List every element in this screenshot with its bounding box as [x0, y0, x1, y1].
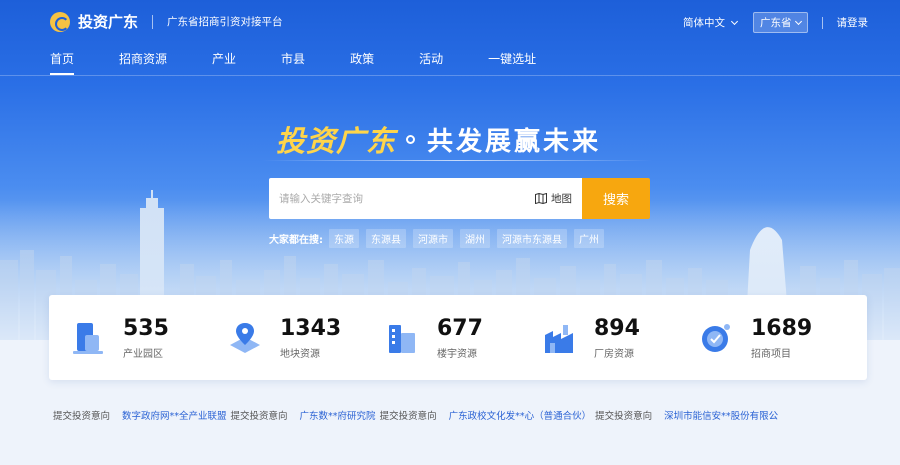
intent-ticker: 提交投资意向 数字政府网**全产业联盟 提交投资意向 广东数**府研究院 提交投资意… [49, 403, 867, 427]
stat-label: 招商项目 [751, 348, 791, 360]
building-resource-icon [389, 324, 415, 353]
stat-value: 1689 [751, 315, 813, 341]
stat-value: 535 [123, 315, 169, 341]
chevron-down-icon [794, 17, 802, 25]
site-slogan: 广东省招商引资对接平台 [167, 16, 283, 28]
industrial-park-icon [73, 322, 103, 354]
language-label: 简体中文 [683, 17, 725, 29]
search-button[interactable]: 搜索 [582, 178, 650, 219]
ticker-item[interactable]: 深圳市能信安**股份有限公 [664, 408, 782, 422]
map-label: 地图 [551, 193, 572, 205]
stat-industrial-parks[interactable]: 535 产业园区 [49, 295, 206, 380]
ticker-action: 提交投资意向 [53, 411, 111, 422]
region-label: 广东省 [760, 17, 792, 29]
nav-item-cities[interactable]: 市县 [281, 50, 305, 75]
stat-label: 楼宇资源 [437, 348, 477, 360]
logo-text: 投资广东 [78, 13, 139, 31]
search-bar: 地图 搜索 [269, 178, 650, 219]
stat-investment-projects[interactable]: 1689 招商项目 [677, 295, 834, 380]
search-input[interactable] [279, 192, 535, 205]
ticker-company: 数字政府网**全产业联盟 [122, 411, 227, 422]
hot-tag[interactable]: 湖州 [460, 229, 490, 248]
main-nav: 首页 招商资源 产业 市县 政策 活动 一键选址 [50, 50, 581, 75]
factory-resource-icon [545, 324, 573, 353]
ticker-action: 提交投资意向 [595, 411, 653, 422]
headline-sub: 共发展赢未来 [427, 126, 602, 157]
stat-label: 地块资源 [280, 348, 320, 360]
stat-value: 1343 [280, 315, 342, 341]
stat-label: 产业园区 [123, 348, 163, 360]
stat-value: 677 [437, 315, 483, 341]
ticker-action: 提交投资意向 [379, 411, 437, 422]
tools-divider [821, 16, 823, 29]
stats-panel: 535 产业园区 1343 地块资源 677 楼宇资源 894 厂房资源 168… [49, 295, 867, 380]
headline-underline [262, 160, 652, 161]
ticker-item[interactable]: 广东数**府研究院 提交投资意向 [300, 408, 437, 422]
nav-item-resources[interactable]: 招商资源 [119, 50, 167, 75]
nav-item-industry[interactable]: 产业 [212, 50, 236, 75]
hot-tag[interactable]: 东源县 [366, 229, 406, 248]
logo-icon [50, 11, 70, 32]
hot-tag[interactable]: 东源 [329, 229, 359, 248]
nav-item-events[interactable]: 活动 [419, 50, 443, 75]
ticker-item[interactable]: 提交投资意向 [49, 408, 110, 422]
nav-item-home[interactable]: 首页 [50, 50, 75, 75]
headline-dot-icon [406, 134, 416, 144]
ticker-item[interactable]: 广东政校文化发**心（普通合伙） 提交投资意向 [449, 408, 653, 422]
site-logo[interactable]: 投资广东 广东省招商引资对接平台 [50, 11, 283, 32]
header-tools: 简体中文 广东省 请登录 [683, 12, 868, 33]
stat-value: 894 [594, 315, 640, 341]
login-link[interactable]: 请登录 [837, 15, 869, 30]
investment-project-icon [702, 323, 730, 352]
stat-factory-resources[interactable]: 894 厂房资源 [520, 295, 677, 380]
hot-searches-label: 大家都在搜: [269, 235, 323, 246]
hot-tag[interactable]: 河源市东源县 [497, 229, 567, 248]
hot-tag[interactable]: 广州 [574, 229, 604, 248]
nav-divider [0, 75, 900, 76]
headline-main: 投资广东 [276, 124, 397, 158]
map-button[interactable]: 地图 [535, 191, 572, 206]
search-box: 地图 [269, 178, 582, 219]
chevron-down-icon [730, 17, 739, 25]
nav-item-policy[interactable]: 政策 [350, 50, 374, 75]
hot-tag[interactable]: 河源市 [413, 229, 453, 248]
stat-building-resources[interactable]: 677 楼宇资源 [363, 295, 520, 380]
stat-land-resources[interactable]: 1343 地块资源 [206, 295, 363, 380]
ticker-company: 广东数**府研究院 [299, 411, 376, 422]
hot-searches: 大家都在搜: 东源 东源县 河源市 湖州 河源市东源县 广州 [269, 229, 611, 248]
land-resource-icon [230, 322, 260, 353]
logo-divider [152, 14, 154, 29]
language-selector[interactable]: 简体中文 [683, 15, 739, 30]
ticker-company: 深圳市能信安**股份有限公 [664, 411, 779, 422]
ticker-item[interactable]: 数字政府网**全产业联盟 提交投资意向 [122, 408, 288, 422]
ticker-company: 广东政校文化发**心（普通合伙） [448, 411, 592, 422]
ticker-action: 提交投资意向 [230, 411, 288, 422]
map-icon [535, 193, 547, 204]
nav-item-site-selection[interactable]: 一键选址 [488, 50, 536, 75]
region-selector[interactable]: 广东省 [753, 12, 808, 33]
top-bar: 投资广东 广东省招商引资对接平台 简体中文 广东省 请登录 [0, 0, 900, 40]
hero-headline: 投资广东 共发展赢未来 [276, 118, 601, 160]
stat-label: 厂房资源 [594, 348, 634, 360]
